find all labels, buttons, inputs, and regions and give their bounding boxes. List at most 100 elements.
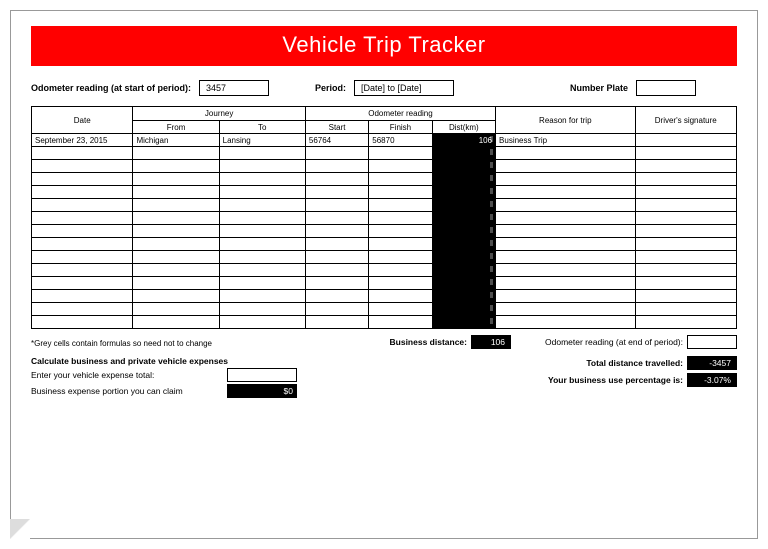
date-cell[interactable]: [32, 147, 133, 160]
finish-cell[interactable]: [369, 277, 432, 290]
dist-cell[interactable]: [432, 186, 495, 199]
reason-cell[interactable]: [496, 251, 635, 264]
from-cell[interactable]: [133, 225, 219, 238]
signature-cell[interactable]: [635, 186, 736, 199]
signature-cell[interactable]: [635, 199, 736, 212]
signature-cell[interactable]: [635, 238, 736, 251]
reason-cell[interactable]: Business Trip: [496, 134, 635, 147]
from-cell[interactable]: [133, 277, 219, 290]
start-cell[interactable]: [305, 212, 368, 225]
start-cell[interactable]: [305, 303, 368, 316]
start-cell[interactable]: [305, 238, 368, 251]
to-cell[interactable]: [219, 160, 305, 173]
start-cell[interactable]: [305, 290, 368, 303]
signature-cell[interactable]: [635, 134, 736, 147]
date-cell[interactable]: September 23, 2015: [32, 134, 133, 147]
date-cell[interactable]: [32, 238, 133, 251]
finish-cell[interactable]: [369, 160, 432, 173]
date-cell[interactable]: [32, 277, 133, 290]
odometer-end-value[interactable]: [687, 335, 737, 349]
date-cell[interactable]: [32, 264, 133, 277]
date-cell[interactable]: [32, 212, 133, 225]
start-cell[interactable]: [305, 251, 368, 264]
finish-cell[interactable]: [369, 186, 432, 199]
finish-cell[interactable]: [369, 225, 432, 238]
finish-cell[interactable]: [369, 290, 432, 303]
finish-cell[interactable]: [369, 238, 432, 251]
start-cell[interactable]: [305, 173, 368, 186]
reason-cell[interactable]: [496, 186, 635, 199]
date-cell[interactable]: [32, 225, 133, 238]
date-cell[interactable]: [32, 316, 133, 329]
date-cell[interactable]: [32, 173, 133, 186]
from-cell[interactable]: [133, 251, 219, 264]
from-cell[interactable]: [133, 290, 219, 303]
finish-cell[interactable]: [369, 199, 432, 212]
reason-cell[interactable]: [496, 173, 635, 186]
from-cell[interactable]: [133, 264, 219, 277]
start-cell[interactable]: [305, 277, 368, 290]
dist-cell[interactable]: [432, 225, 495, 238]
dist-cell[interactable]: [432, 264, 495, 277]
date-cell[interactable]: [32, 160, 133, 173]
start-cell[interactable]: [305, 264, 368, 277]
from-cell[interactable]: [133, 316, 219, 329]
to-cell[interactable]: [219, 277, 305, 290]
signature-cell[interactable]: [635, 290, 736, 303]
to-cell[interactable]: [219, 238, 305, 251]
reason-cell[interactable]: [496, 212, 635, 225]
to-cell[interactable]: [219, 199, 305, 212]
reason-cell[interactable]: [496, 238, 635, 251]
signature-cell[interactable]: [635, 251, 736, 264]
date-cell[interactable]: [32, 303, 133, 316]
reason-cell[interactable]: [496, 303, 635, 316]
dist-cell[interactable]: [432, 277, 495, 290]
expense-total-input[interactable]: [227, 368, 297, 382]
date-cell[interactable]: [32, 186, 133, 199]
to-cell[interactable]: [219, 290, 305, 303]
signature-cell[interactable]: [635, 212, 736, 225]
dist-cell[interactable]: [432, 212, 495, 225]
reason-cell[interactable]: [496, 277, 635, 290]
signature-cell[interactable]: [635, 264, 736, 277]
dist-cell[interactable]: [432, 251, 495, 264]
period-value[interactable]: [Date] to [Date]: [354, 80, 454, 96]
start-cell[interactable]: [305, 199, 368, 212]
to-cell[interactable]: [219, 303, 305, 316]
signature-cell[interactable]: [635, 173, 736, 186]
date-cell[interactable]: [32, 290, 133, 303]
to-cell[interactable]: [219, 212, 305, 225]
dist-cell[interactable]: [432, 316, 495, 329]
signature-cell[interactable]: [635, 303, 736, 316]
to-cell[interactable]: [219, 225, 305, 238]
reason-cell[interactable]: [496, 199, 635, 212]
dist-cell[interactable]: [432, 290, 495, 303]
from-cell[interactable]: [133, 238, 219, 251]
signature-cell[interactable]: [635, 225, 736, 238]
start-cell[interactable]: [305, 316, 368, 329]
start-cell[interactable]: [305, 186, 368, 199]
from-cell[interactable]: [133, 199, 219, 212]
odometer-start-value[interactable]: 3457: [199, 80, 269, 96]
to-cell[interactable]: [219, 251, 305, 264]
number-plate-value[interactable]: [636, 80, 696, 96]
start-cell[interactable]: [305, 147, 368, 160]
reason-cell[interactable]: [496, 147, 635, 160]
reason-cell[interactable]: [496, 225, 635, 238]
dist-cell[interactable]: [432, 160, 495, 173]
from-cell[interactable]: [133, 212, 219, 225]
start-cell[interactable]: [305, 160, 368, 173]
finish-cell[interactable]: [369, 147, 432, 160]
reason-cell[interactable]: [496, 264, 635, 277]
finish-cell[interactable]: [369, 251, 432, 264]
reason-cell[interactable]: [496, 316, 635, 329]
dist-cell[interactable]: [432, 173, 495, 186]
from-cell[interactable]: [133, 147, 219, 160]
from-cell[interactable]: [133, 303, 219, 316]
to-cell[interactable]: [219, 264, 305, 277]
signature-cell[interactable]: [635, 147, 736, 160]
from-cell[interactable]: [133, 186, 219, 199]
reason-cell[interactable]: [496, 160, 635, 173]
from-cell[interactable]: [133, 173, 219, 186]
to-cell[interactable]: [219, 147, 305, 160]
